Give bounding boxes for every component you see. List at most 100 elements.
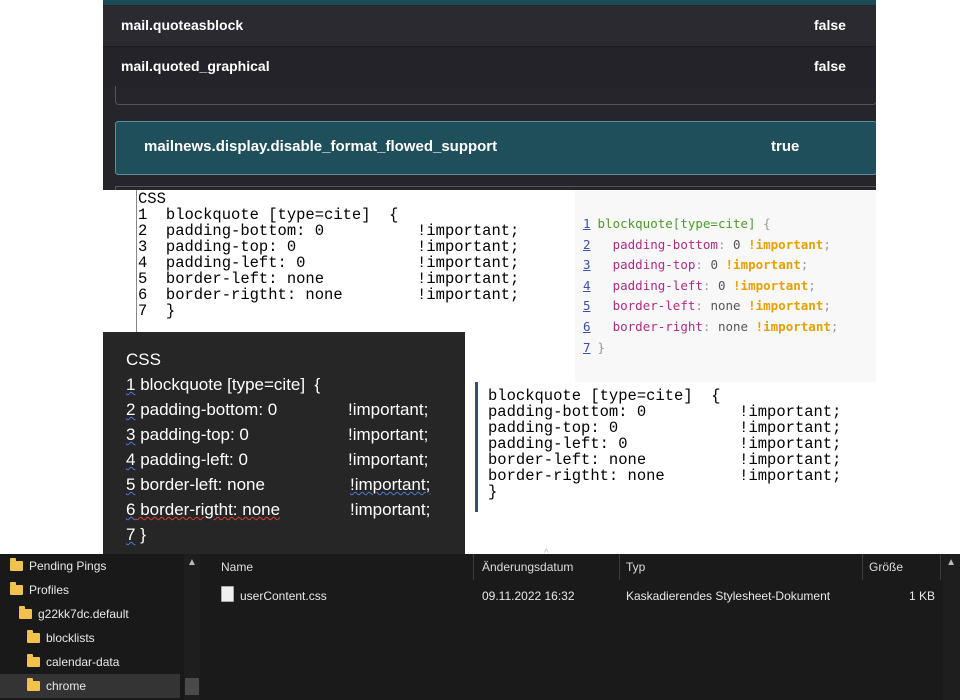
code-line: blockquote [type=cite] { [488,387,721,405]
file-list-scrollbar[interactable] [943,554,960,700]
file-list: ^ Name Änderungsdatum Typ Größe userCont… [203,548,960,700]
code-title: CSS [126,350,161,369]
column-header-size[interactable]: Größe [865,554,941,580]
code-line: padding-top: 0 !important; [488,419,842,437]
important-flag: !important; [348,425,429,444]
code-block: 1 blockquote[type=cite] { 2 padding-botto… [583,216,839,355]
code-line: 4 padding-left: 0 !important; [126,450,429,469]
important-flag: !important; [348,450,429,469]
config-row-divider [115,86,876,105]
tree-item-g22kk7dc-default[interactable]: g22kk7dc.default [19,602,129,626]
css-value: 0 [710,257,718,273]
folder-icon [10,558,23,571]
mono-code-panel: blockquote [type=cite] {padding-bottom: … [475,382,879,512]
css-property: border-left [612,298,696,314]
column-header-date[interactable]: Änderungsdatum [476,554,620,580]
file-row-name[interactable]: userContent.css [221,584,471,608]
css-selector: blockquote[type=cite] [597,216,756,231]
important-flag: !important; [348,400,429,419]
code-line: 1 blockquote [type=cite] { [138,206,399,224]
code-line: 5 border-left: none !important; [138,270,520,288]
column-header-type[interactable]: Typ [622,554,863,580]
folder-icon [27,654,40,667]
code-line: padding-bottom: 0 !important; [488,403,842,421]
tree-item-pending-pings[interactable]: Pending Pings [10,554,106,578]
line-number[interactable]: 7 [583,340,591,355]
scroll-up-arrow-icon[interactable]: ▲ [187,557,197,568]
folder-tree: Pending Pings Profiles g22kk7dc.default … [0,554,201,700]
line-number[interactable]: 5 [583,298,591,313]
code-line: 2 padding-bottom: 0 !important; [126,400,429,419]
code-title: CSS [138,190,166,208]
folder-icon [10,582,23,595]
tree-item-blocklists[interactable]: blocklists [27,626,95,650]
code-line: 1 blockquote [type=cite] { [126,375,321,394]
code-line: border-left: none !important; [488,451,842,469]
css-value: 0 [733,236,741,252]
code-line: padding-left: 0 !important; [488,435,842,453]
code-line: 4 padding-left: 0 !important; [138,254,520,272]
pref-value[interactable]: false [814,58,846,74]
css-property: padding-left [612,277,703,293]
code-line: 6 border-rigtht: none !important; [126,500,431,519]
config-top-accent [103,0,876,5]
css-brace: } [597,339,606,355]
css-file-icon [221,586,234,602]
file-row-date: 09.11.2022 16:32 [482,589,575,603]
pref-name: mail.quoteasblock [121,17,244,33]
config-row-selected[interactable]: mailnews.display.disable_format_flowed_s… [115,121,876,175]
css-important: !important [733,277,809,293]
code-line: 7 } [138,302,176,320]
tree-item-chrome[interactable]: chrome [0,674,180,698]
folder-icon [27,678,40,691]
important-flag: !important; [350,475,431,494]
code-line: } [488,483,498,501]
file-row-type: Kaskadierendes Stylesheet-Dokument [626,589,831,603]
code-line: 3 padding-top: 0 !important; [138,238,520,256]
plain-code-panel: CSS 1 blockquote [type=cite] {2 padding-b… [136,190,561,332]
code-block: CSS 1 blockquote [type=cite] {2 padding-b… [138,191,519,319]
css-value: none [717,318,749,334]
code-line: 2 padding-bottom: 0 !important; [138,222,520,240]
line-number[interactable]: 4 [583,278,591,293]
css-important: !important [725,257,801,273]
css-property: padding-bottom [612,236,718,252]
code-block: blockquote [type=cite] {padding-bottom: … [488,388,841,500]
scroll-up-arrow-icon[interactable]: ▲ [946,557,956,568]
code-line: border-rigtht: none !important; [488,467,842,485]
column-header-name[interactable]: Name [203,554,474,580]
line-number[interactable]: 6 [583,319,591,334]
css-property: padding-top [612,257,696,273]
folder-icon [19,606,32,619]
code-line: 7 } [126,525,146,544]
code-line: 3 padding-top: 0 !important; [126,425,429,444]
pref-name: mail.quoted_graphical [121,58,270,74]
tree-item-profiles[interactable]: Profiles [10,578,69,602]
css-brace: { [763,216,771,231]
pref-value[interactable]: true [771,138,799,155]
highlighted-code-panel: 1 blockquote[type=cite] { 2 padding-botto… [575,190,876,382]
tree-item-calendar-data[interactable]: calendar-data [27,650,119,674]
folder-icon [27,630,40,643]
css-important: !important [748,298,824,314]
tree-scrollbar-thumb[interactable] [185,678,199,695]
pref-name: mailnews.display.disable_format_flowed_s… [144,138,498,155]
file-explorer: Pending Pings Profiles g22kk7dc.default … [0,548,960,700]
dark-code-panel: CSS 1 blockquote [type=cite] { 2 padding… [103,332,465,554]
css-property: border-right [612,318,703,334]
config-row[interactable]: mail.quoteasblock false [103,6,876,46]
css-important: !important [755,318,831,334]
css-value: none [710,298,741,314]
code-line: 6 border-rigtht: none !important; [138,286,520,304]
pref-value[interactable]: false [814,17,846,33]
config-row[interactable]: mail.quoted_graphical false [103,46,876,87]
line-number[interactable]: 2 [583,237,591,252]
line-number[interactable]: 1 [583,216,591,231]
important-flag: !important; [350,500,431,519]
config-editor: mail.quoteasblock false mail.quoted_grap… [103,0,876,190]
css-important: !important [748,236,824,252]
line-number[interactable]: 3 [583,257,591,272]
css-value: 0 [717,277,726,293]
file-row-size: 1 KB [909,589,936,603]
code-line: 5 border-left: none !important; [126,475,431,494]
